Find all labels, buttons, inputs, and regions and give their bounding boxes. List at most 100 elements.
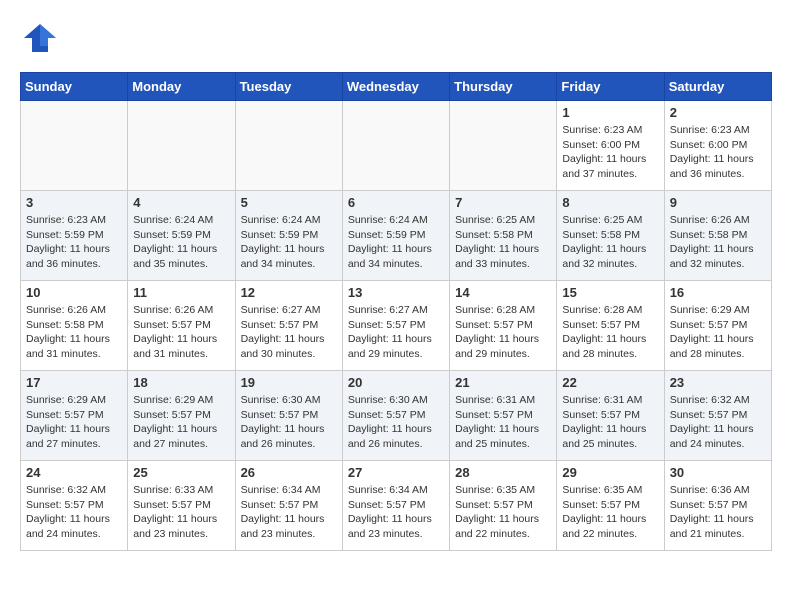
day-number: 14	[455, 285, 551, 300]
calendar-week-row: 17 Sunrise: 6:29 AMSunset: 5:57 PMDayligh…	[21, 371, 772, 461]
day-number: 23	[670, 375, 766, 390]
page-header	[20, 20, 772, 56]
day-number: 28	[455, 465, 551, 480]
cell-info: Sunrise: 6:31 AMSunset: 5:57 PMDaylight:…	[562, 393, 658, 452]
cell-info: Sunrise: 6:23 AMSunset: 5:59 PMDaylight:…	[26, 213, 122, 272]
logo-icon	[20, 20, 56, 56]
cell-info: Sunrise: 6:25 AMSunset: 5:58 PMDaylight:…	[455, 213, 551, 272]
calendar-week-row: 10Sunrise: 6:26 AMSunset: 5:58 PMDayligh…	[21, 281, 772, 371]
cell-info: Sunrise: 6:31 AMSunset: 5:57 PMDaylight:…	[455, 393, 551, 452]
calendar-header-row: SundayMondayTuesdayWednesdayThursdayFrid…	[21, 73, 772, 101]
cell-info: Sunrise: 6:30 AMSunset: 5:57 PMDaylight:…	[348, 393, 444, 452]
calendar-week-row: 3 Sunrise: 6:23 AMSunset: 5:59 PMDaylight…	[21, 191, 772, 281]
calendar-table: SundayMondayTuesdayWednesdayThursdayFrid…	[20, 72, 772, 551]
day-number: 11	[133, 285, 229, 300]
cell-info: Sunrise: 6:27 AMSunset: 5:57 PMDaylight:…	[348, 303, 444, 362]
calendar-cell: 29Sunrise: 6:35 AMSunset: 5:57 PMDayligh…	[557, 461, 664, 551]
calendar-cell: 23 Sunrise: 6:32 AMSunset: 5:57 PMDayligh…	[664, 371, 771, 461]
header-day-sunday: Sunday	[21, 73, 128, 101]
calendar-cell: 27 Sunrise: 6:34 AMSunset: 5:57 PMDayligh…	[342, 461, 449, 551]
header-day-tuesday: Tuesday	[235, 73, 342, 101]
calendar-cell: 20 Sunrise: 6:30 AMSunset: 5:57 PMDayligh…	[342, 371, 449, 461]
cell-info: Sunrise: 6:23 AMSunset: 6:00 PMDaylight:…	[562, 123, 658, 182]
calendar-cell: 5 Sunrise: 6:24 AMSunset: 5:59 PMDaylight…	[235, 191, 342, 281]
cell-info: Sunrise: 6:28 AMSunset: 5:57 PMDaylight:…	[562, 303, 658, 362]
cell-info: Sunrise: 6:35 AMSunset: 5:57 PMDaylight:…	[562, 483, 658, 542]
cell-info: Sunrise: 6:34 AMSunset: 5:57 PMDaylight:…	[241, 483, 337, 542]
cell-info: Sunrise: 6:34 AMSunset: 5:57 PMDaylight:…	[348, 483, 444, 542]
day-number: 18	[133, 375, 229, 390]
day-number: 13	[348, 285, 444, 300]
calendar-cell	[235, 101, 342, 191]
day-number: 2	[670, 105, 766, 120]
day-number: 3	[26, 195, 122, 210]
day-number: 16	[670, 285, 766, 300]
day-number: 6	[348, 195, 444, 210]
cell-info: Sunrise: 6:32 AMSunset: 5:57 PMDaylight:…	[670, 393, 766, 452]
calendar-cell	[21, 101, 128, 191]
day-number: 9	[670, 195, 766, 210]
cell-info: Sunrise: 6:24 AMSunset: 5:59 PMDaylight:…	[133, 213, 229, 272]
calendar-cell: 8Sunrise: 6:25 AMSunset: 5:58 PMDaylight…	[557, 191, 664, 281]
calendar-cell: 26Sunrise: 6:34 AMSunset: 5:57 PMDayligh…	[235, 461, 342, 551]
calendar-cell: 16 Sunrise: 6:29 AMSunset: 5:57 PMDayligh…	[664, 281, 771, 371]
cell-info: Sunrise: 6:26 AMSunset: 5:58 PMDaylight:…	[670, 213, 766, 272]
calendar-week-row: 1Sunrise: 6:23 AMSunset: 6:00 PMDaylight…	[21, 101, 772, 191]
day-number: 5	[241, 195, 337, 210]
calendar-cell: 21 Sunrise: 6:31 AMSunset: 5:57 PMDayligh…	[450, 371, 557, 461]
day-number: 22	[562, 375, 658, 390]
cell-info: Sunrise: 6:26 AMSunset: 5:57 PMDaylight:…	[133, 303, 229, 362]
calendar-cell: 19Sunrise: 6:30 AMSunset: 5:57 PMDayligh…	[235, 371, 342, 461]
calendar-cell: 1Sunrise: 6:23 AMSunset: 6:00 PMDaylight…	[557, 101, 664, 191]
calendar-cell: 28 Sunrise: 6:35 AMSunset: 5:57 PMDayligh…	[450, 461, 557, 551]
calendar-cell	[128, 101, 235, 191]
cell-info: Sunrise: 6:29 AMSunset: 5:57 PMDaylight:…	[670, 303, 766, 362]
header-day-wednesday: Wednesday	[342, 73, 449, 101]
day-number: 17	[26, 375, 122, 390]
calendar-cell: 4 Sunrise: 6:24 AMSunset: 5:59 PMDaylight…	[128, 191, 235, 281]
calendar-cell: 15 Sunrise: 6:28 AMSunset: 5:57 PMDayligh…	[557, 281, 664, 371]
cell-info: Sunrise: 6:24 AMSunset: 5:59 PMDaylight:…	[241, 213, 337, 272]
cell-info: Sunrise: 6:26 AMSunset: 5:58 PMDaylight:…	[26, 303, 122, 362]
calendar-cell: 3 Sunrise: 6:23 AMSunset: 5:59 PMDaylight…	[21, 191, 128, 281]
cell-info: Sunrise: 6:35 AMSunset: 5:57 PMDaylight:…	[455, 483, 551, 542]
day-number: 24	[26, 465, 122, 480]
cell-info: Sunrise: 6:29 AMSunset: 5:57 PMDaylight:…	[26, 393, 122, 452]
header-day-friday: Friday	[557, 73, 664, 101]
calendar-cell: 13 Sunrise: 6:27 AMSunset: 5:57 PMDayligh…	[342, 281, 449, 371]
calendar-cell: 18Sunrise: 6:29 AMSunset: 5:57 PMDayligh…	[128, 371, 235, 461]
header-day-monday: Monday	[128, 73, 235, 101]
calendar-cell: 10Sunrise: 6:26 AMSunset: 5:58 PMDayligh…	[21, 281, 128, 371]
calendar-cell: 22 Sunrise: 6:31 AMSunset: 5:57 PMDayligh…	[557, 371, 664, 461]
cell-info: Sunrise: 6:24 AMSunset: 5:59 PMDaylight:…	[348, 213, 444, 272]
day-number: 19	[241, 375, 337, 390]
day-number: 21	[455, 375, 551, 390]
day-number: 4	[133, 195, 229, 210]
header-day-thursday: Thursday	[450, 73, 557, 101]
cell-info: Sunrise: 6:23 AMSunset: 6:00 PMDaylight:…	[670, 123, 766, 182]
cell-info: Sunrise: 6:36 AMSunset: 5:57 PMDaylight:…	[670, 483, 766, 542]
header-day-saturday: Saturday	[664, 73, 771, 101]
calendar-cell	[450, 101, 557, 191]
calendar-cell: 14 Sunrise: 6:28 AMSunset: 5:57 PMDayligh…	[450, 281, 557, 371]
day-number: 20	[348, 375, 444, 390]
cell-info: Sunrise: 6:32 AMSunset: 5:57 PMDaylight:…	[26, 483, 122, 542]
day-number: 7	[455, 195, 551, 210]
calendar-cell: 24 Sunrise: 6:32 AMSunset: 5:57 PMDayligh…	[21, 461, 128, 551]
calendar-body: 1Sunrise: 6:23 AMSunset: 6:00 PMDaylight…	[21, 101, 772, 551]
day-number: 27	[348, 465, 444, 480]
cell-info: Sunrise: 6:33 AMSunset: 5:57 PMDaylight:…	[133, 483, 229, 542]
cell-info: Sunrise: 6:28 AMSunset: 5:57 PMDaylight:…	[455, 303, 551, 362]
logo	[20, 20, 60, 56]
calendar-cell: 6 Sunrise: 6:24 AMSunset: 5:59 PMDaylight…	[342, 191, 449, 281]
cell-info: Sunrise: 6:27 AMSunset: 5:57 PMDaylight:…	[241, 303, 337, 362]
calendar-cell	[342, 101, 449, 191]
calendar-cell: 7 Sunrise: 6:25 AMSunset: 5:58 PMDaylight…	[450, 191, 557, 281]
day-number: 15	[562, 285, 658, 300]
day-number: 8	[562, 195, 658, 210]
day-number: 12	[241, 285, 337, 300]
calendar-cell: 12 Sunrise: 6:27 AMSunset: 5:57 PMDayligh…	[235, 281, 342, 371]
calendar-cell: 25Sunrise: 6:33 AMSunset: 5:57 PMDayligh…	[128, 461, 235, 551]
calendar-cell: 2 Sunrise: 6:23 AMSunset: 6:00 PMDaylight…	[664, 101, 771, 191]
calendar-week-row: 24 Sunrise: 6:32 AMSunset: 5:57 PMDayligh…	[21, 461, 772, 551]
